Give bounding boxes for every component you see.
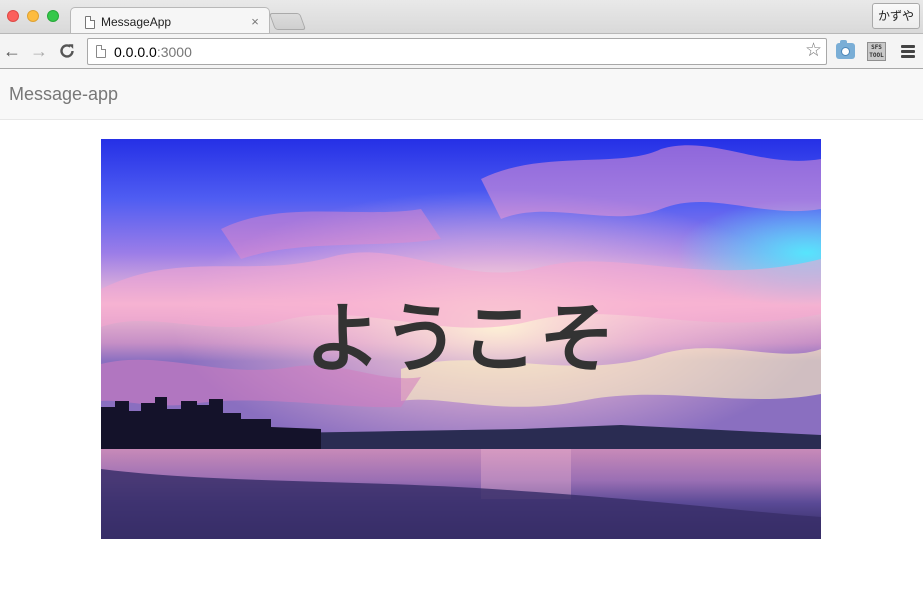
sfs-label: SFS [871, 44, 882, 51]
bookmark-star-icon[interactable]: ☆ [805, 40, 822, 62]
brand-link[interactable]: Message-app [9, 84, 118, 105]
page-icon [96, 45, 106, 58]
back-arrow-icon[interactable]: ← [1, 40, 23, 62]
sfs-tool-extension-icon[interactable]: SFS TOOL [867, 42, 886, 61]
zoom-window-button[interactable] [47, 10, 59, 22]
hero-image: ようこそ [101, 139, 821, 539]
app-navbar: Message-app [0, 69, 923, 120]
reload-icon[interactable] [56, 40, 78, 62]
browser-toolbar: ← → 0.0.0.0:3000 ☆ SFS TOOL [0, 33, 923, 69]
browser-tab[interactable]: MessageApp × [70, 7, 270, 34]
minimize-window-button[interactable] [27, 10, 39, 22]
reload-glyph [60, 44, 74, 58]
welcome-heading: ようこそ [305, 294, 617, 383]
browser-titlebar: MessageApp × かずや [0, 0, 923, 34]
address-bar[interactable]: 0.0.0.0:3000 ☆ [87, 38, 827, 65]
tab-close-icon[interactable]: × [249, 14, 261, 29]
forward-arrow-icon[interactable]: → [28, 40, 50, 62]
tool-label: TOOL [869, 52, 884, 59]
camera-extension-icon[interactable] [836, 40, 855, 59]
close-window-button[interactable] [7, 10, 19, 22]
menu-icon[interactable] [901, 45, 915, 58]
tab-title: MessageApp [101, 15, 172, 29]
page-favicon-icon [85, 15, 95, 29]
profile-button[interactable]: かずや [872, 3, 920, 29]
new-tab-button[interactable] [268, 13, 307, 30]
url-text[interactable]: 0.0.0.0:3000 [114, 44, 192, 60]
